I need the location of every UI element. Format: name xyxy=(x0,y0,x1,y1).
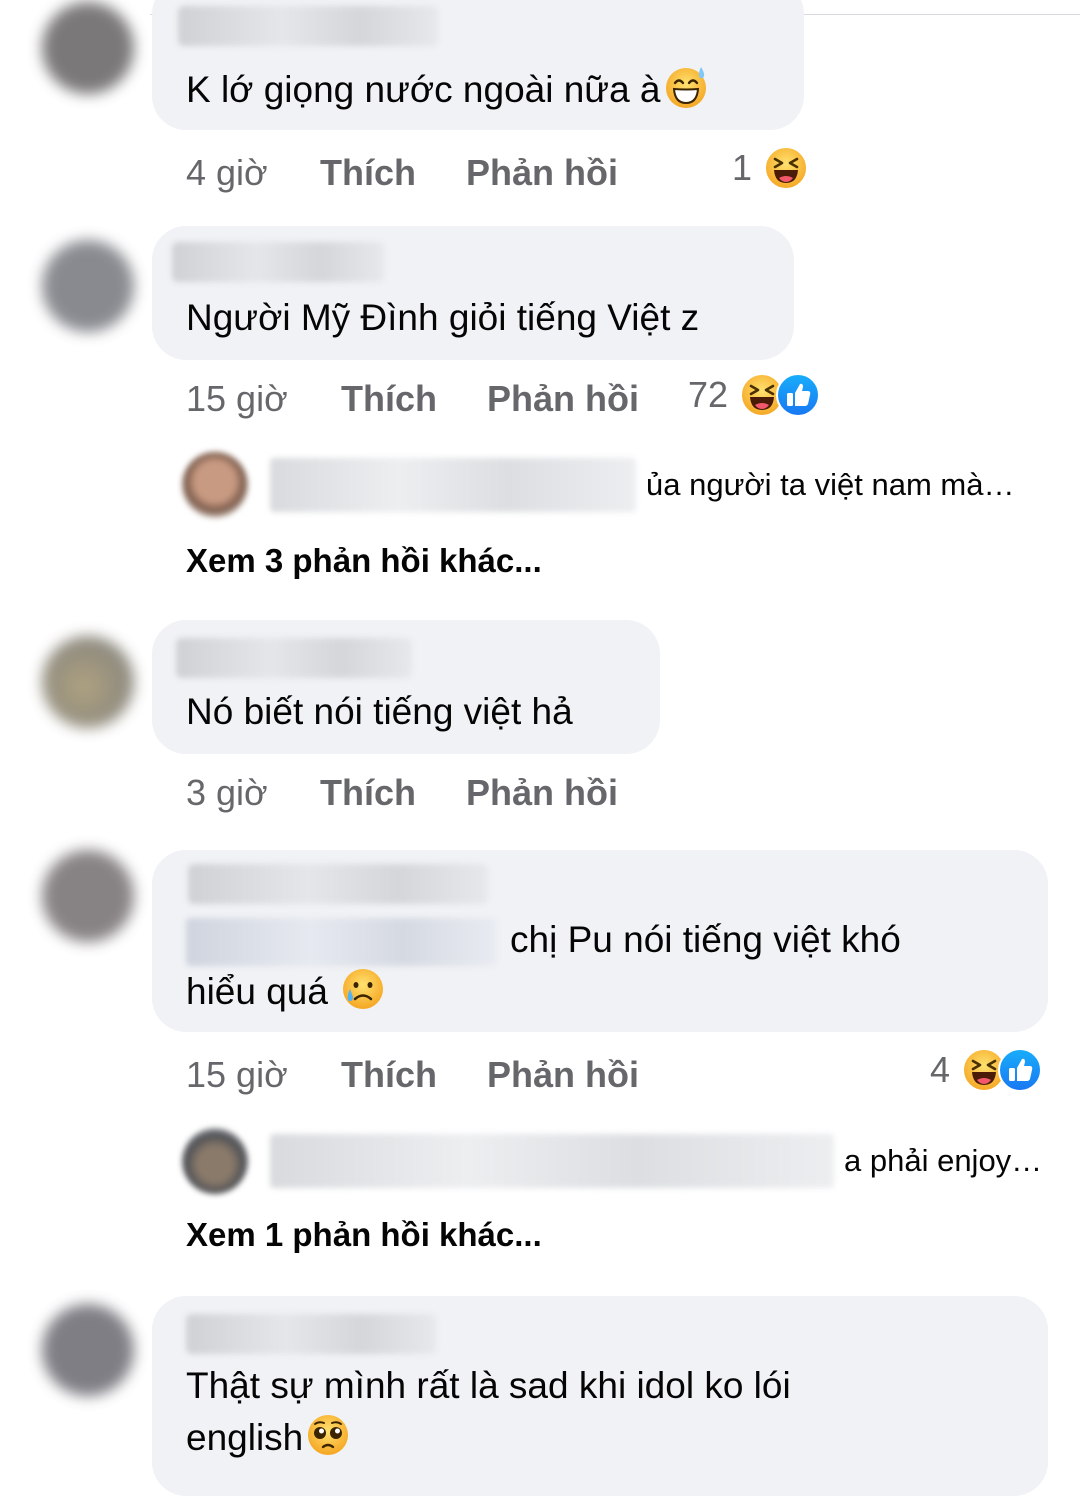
reply-avatar xyxy=(182,1128,248,1194)
reply-name-blurred xyxy=(270,1134,834,1188)
commenter-name-blurred[interactable] xyxy=(176,638,412,678)
reply-name-blurred xyxy=(270,458,636,512)
comment-timestamp[interactable]: 15 giờ xyxy=(186,378,288,420)
reply-button[interactable]: Phản hồi xyxy=(466,772,618,814)
mentioned-user-blurred[interactable] xyxy=(186,918,496,966)
like-reaction-icon xyxy=(776,373,820,417)
commenter-avatar[interactable] xyxy=(42,240,134,332)
crying-emoji-icon xyxy=(340,966,386,1012)
comment-actions: 15 giờ Thích Phản hồi xyxy=(186,1054,686,1098)
reaction-count: 4 xyxy=(930,1049,951,1090)
comment-timestamp[interactable]: 4 giờ xyxy=(186,152,268,194)
view-more-replies-link[interactable]: Xem 1 phản hồi khác... xyxy=(186,1216,542,1254)
reply-preview[interactable]: a phải enjoy… xyxy=(182,1128,1042,1194)
comment-text: Nó biết nói tiếng việt hả xyxy=(186,691,573,732)
commenter-avatar[interactable] xyxy=(42,850,134,942)
reaction-count: 1 xyxy=(732,147,753,188)
commenter-name-blurred[interactable] xyxy=(172,242,384,282)
reply-preview-text: ủa người ta việt nam mà… xyxy=(646,467,1015,502)
comment-text-line2: hiểu quá xyxy=(186,966,386,1018)
comment-timestamp[interactable]: 15 giờ xyxy=(186,1054,288,1096)
reaction-summary[interactable]: 1 xyxy=(732,146,808,190)
reply-button[interactable]: Phản hồi xyxy=(487,378,639,420)
commenter-name-blurred[interactable] xyxy=(178,6,438,46)
view-more-replies-link[interactable]: Xem 3 phản hồi khác... xyxy=(186,542,542,580)
commenter-avatar[interactable] xyxy=(42,636,134,728)
comment-actions: 3 giờ Thích Phản hồi xyxy=(186,772,686,816)
comment-text-line2: english xyxy=(186,1412,351,1464)
reply-button[interactable]: Phản hồi xyxy=(487,1054,639,1096)
sweat-smile-emoji-icon xyxy=(663,64,709,110)
haha-reaction-icon xyxy=(764,146,808,190)
like-button[interactable]: Thích xyxy=(341,378,437,420)
commenter-name-blurred[interactable] xyxy=(186,1314,436,1354)
reply-preview-text: a phải enjoy… xyxy=(844,1143,1043,1178)
like-button[interactable]: Thích xyxy=(320,772,416,814)
reply-preview[interactable]: ủa người ta việt nam mà… xyxy=(182,452,1014,518)
commenter-avatar[interactable] xyxy=(42,1304,134,1396)
pleading-emoji-icon xyxy=(305,1412,351,1458)
comment-timestamp[interactable]: 3 giờ xyxy=(186,772,268,814)
reaction-summary[interactable]: 72 xyxy=(688,373,820,417)
reaction-count: 72 xyxy=(688,374,729,415)
comment-text-line1: Thật sự mình rất là sad khi idol ko lói xyxy=(186,1365,791,1406)
commenter-avatar[interactable] xyxy=(42,2,134,94)
comment-text: Người Mỹ Đình giỏi tiếng Việt z xyxy=(186,297,700,338)
reply-button[interactable]: Phản hồi xyxy=(466,152,618,194)
reply-avatar xyxy=(182,452,248,518)
like-button[interactable]: Thích xyxy=(320,152,416,194)
like-button[interactable]: Thích xyxy=(341,1054,437,1096)
comment-actions: 15 giờ Thích Phản hồi xyxy=(186,378,686,422)
like-reaction-icon xyxy=(998,1048,1042,1092)
comment-text-line1: chị Pu nói tiếng việt khó xyxy=(510,919,901,960)
comment-actions: 4 giờ Thích Phản hồi xyxy=(186,152,686,196)
reaction-summary[interactable]: 4 xyxy=(930,1048,1042,1092)
comment-text: K lớ giọng nước ngoài nữa à xyxy=(186,64,709,116)
commenter-name-blurred[interactable] xyxy=(188,864,488,904)
